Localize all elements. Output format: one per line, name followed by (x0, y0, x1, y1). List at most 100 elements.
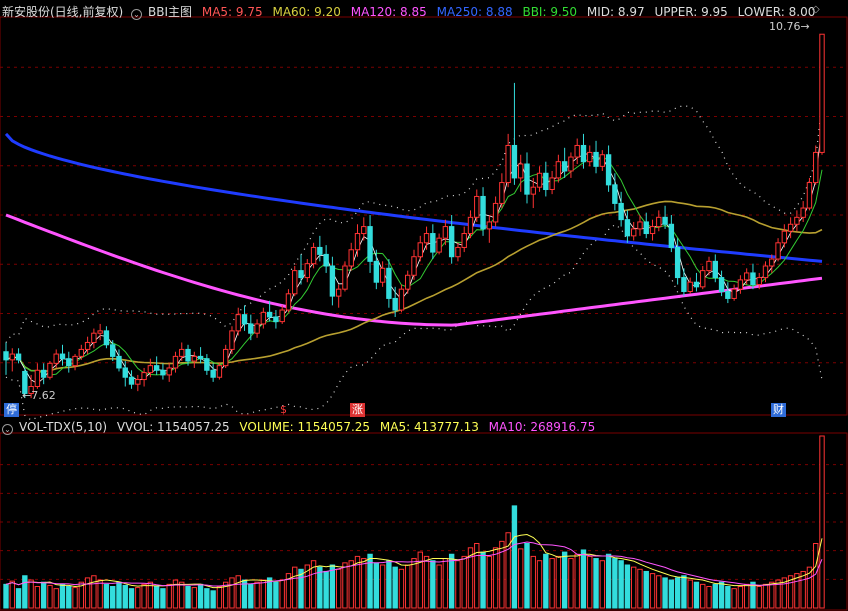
diamond-icon[interactable]: ◇ (812, 4, 820, 15)
volume-bar (423, 555, 430, 609)
volume-bar (342, 562, 348, 609)
ind-upper: UPPER: 9.95 (654, 5, 728, 19)
volume-bar (122, 584, 128, 609)
candle-body (379, 267, 386, 283)
candle-body (72, 355, 78, 367)
volume-bar (166, 583, 172, 609)
candle-body (681, 277, 687, 292)
candle-body (317, 246, 323, 255)
volume-bar (492, 547, 499, 609)
volume-bar (110, 586, 116, 609)
candle-body (304, 263, 310, 279)
candle-body (524, 163, 530, 195)
chevron-down-icon[interactable]: ⌄ (131, 9, 143, 20)
ind-ma250: MA250: 8.88 (436, 5, 513, 19)
candle-body (411, 256, 417, 276)
volume-bar (191, 587, 198, 609)
volume-bar (593, 558, 599, 609)
finance-marker[interactable]: 财 (771, 403, 786, 417)
candle-body (511, 144, 518, 179)
candle-body (210, 369, 216, 378)
candle-body (260, 311, 267, 325)
volume-bar (568, 558, 574, 609)
ma250-line (4, 132, 823, 263)
candle-body (518, 163, 524, 179)
volume-bar (706, 586, 712, 609)
candle-body (229, 330, 235, 350)
candle-body (430, 233, 436, 253)
candle-body (40, 369, 47, 378)
volume-bar (323, 570, 329, 609)
volume-title[interactable]: VOL-TDX(5,10) (19, 420, 107, 434)
candle-body (769, 258, 775, 267)
candle-body (153, 365, 160, 371)
volume-bar (656, 575, 662, 609)
volume-bar (455, 560, 461, 609)
candle-body (467, 216, 474, 235)
candle-body (235, 314, 241, 332)
candle-body (700, 270, 706, 288)
candle-body (668, 223, 675, 248)
volume-bar (34, 586, 41, 609)
candle-body (630, 228, 637, 237)
rise-marker[interactable]: 涨 (350, 403, 365, 417)
candle-body (398, 288, 405, 311)
candle-body (329, 265, 336, 297)
candle-body (417, 242, 423, 258)
volume-bar (687, 579, 693, 609)
candle-body (436, 237, 442, 253)
suspend-marker[interactable]: 停 (4, 403, 19, 417)
volume-bar (292, 566, 298, 609)
candle-body (116, 355, 122, 369)
candle-body (486, 221, 493, 230)
volume-bar (442, 558, 449, 609)
volume-bar (649, 573, 656, 609)
volume-bar (718, 581, 725, 609)
volume-bar (72, 587, 78, 609)
candle-body (800, 207, 806, 218)
candle-body (543, 172, 549, 191)
candle-body (298, 270, 304, 279)
indicator-name[interactable]: BBI主图 (148, 5, 192, 19)
candle-body (135, 379, 141, 385)
volume-bar (549, 558, 555, 609)
candle-body (354, 233, 361, 251)
volume-bar (693, 581, 700, 609)
volume-bar (22, 575, 28, 609)
candle-body (361, 226, 367, 235)
volume-bar (511, 505, 518, 609)
volume-bar (737, 586, 744, 609)
candle-body (750, 272, 756, 286)
candle-body (731, 288, 737, 299)
candle-body (549, 177, 555, 191)
candle-body (794, 216, 800, 225)
candle-body (405, 274, 411, 290)
candle-body (185, 348, 191, 362)
volume-bar (524, 543, 530, 609)
candle-body (505, 144, 511, 184)
candle-body (674, 246, 681, 279)
main-frame (0, 16, 848, 416)
candle-body (656, 216, 662, 228)
volume-bar (561, 551, 568, 609)
candle-body (643, 221, 649, 235)
chevron-down-icon[interactable]: ⌄ (2, 424, 13, 435)
volume-bar (436, 564, 442, 609)
candle-body (66, 358, 72, 367)
candle-body (266, 311, 273, 318)
candle-body (310, 246, 317, 265)
candle-body (605, 154, 612, 186)
volume-bar (216, 586, 223, 609)
stock-title[interactable]: 新安股份(日线,前复权) (2, 5, 123, 19)
candle-body (712, 260, 718, 279)
volume-bar (637, 568, 643, 609)
candle-body (442, 226, 449, 239)
candle-body (3, 351, 9, 361)
candle-body (335, 288, 342, 297)
volume-bar (536, 560, 543, 609)
volume-bar (3, 583, 9, 609)
candle-body (367, 226, 373, 262)
dollar-marker[interactable]: $ (278, 403, 289, 417)
volume-bar (248, 583, 254, 609)
ind-mid: MID: 8.97 (586, 5, 645, 19)
